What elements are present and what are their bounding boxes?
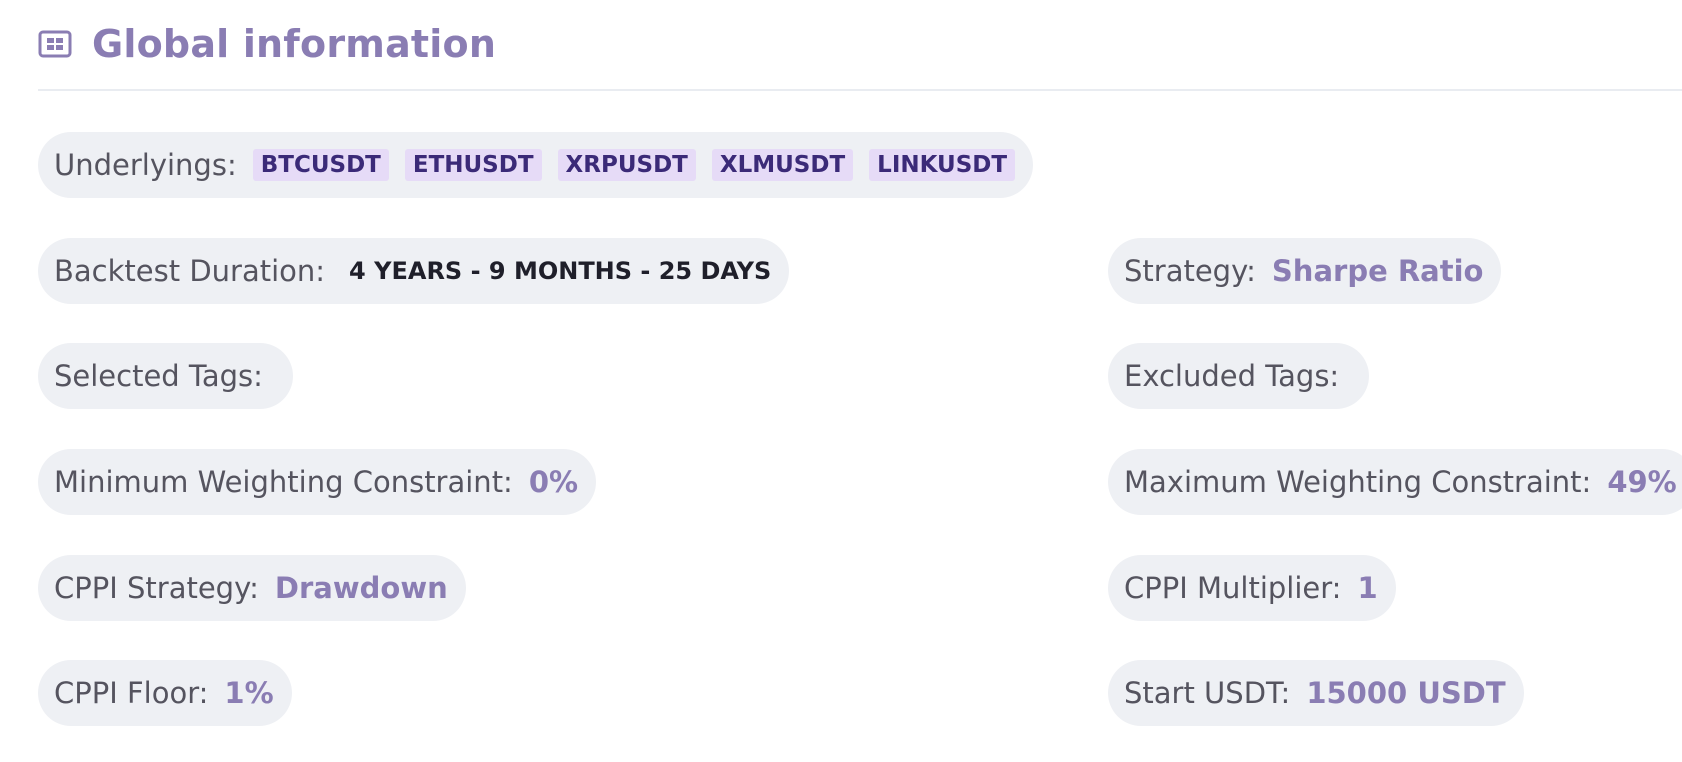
cppi-floor-pill: CPPI Floor: 1% [38, 660, 292, 726]
min-weight-label: Minimum Weighting Constraint: [54, 465, 513, 499]
backtest-duration-label: Backtest Duration: [54, 254, 326, 288]
max-weight-value: 49% [1607, 465, 1677, 499]
cppi-multiplier-label: CPPI Multiplier: [1124, 571, 1342, 605]
page-title: Global information [92, 22, 497, 66]
cppi-floor-label: CPPI Floor: [54, 676, 209, 710]
dashboard-grid-icon [38, 29, 74, 59]
underlying-tag: BTCUSDT [252, 149, 389, 181]
min-weight-pill: Minimum Weighting Constraint: 0% [38, 449, 597, 515]
backtest-duration-value: 4 YEARS - 9 MONTHS - 25 DAYS [349, 257, 772, 285]
cppi-strategy-label: CPPI Strategy: [54, 571, 259, 605]
max-weight-label: Maximum Weighting Constraint: [1124, 465, 1592, 499]
underlyings-pill: Underlyings: BTCUSDT ETHUSDT XRPUSDT XLM… [38, 132, 1034, 198]
start-usdt-pill: Start USDT: 15000 USDT [1108, 660, 1524, 726]
underlying-tag: ETHUSDT [404, 149, 542, 181]
strategy-pill: Strategy: Sharpe Ratio [1108, 238, 1502, 304]
start-usdt-label: Start USDT: [1124, 676, 1291, 710]
section-header: Global information [38, 16, 496, 72]
underlyings-label: Underlyings: [54, 148, 237, 182]
start-usdt-value: 15000 USDT [1306, 676, 1506, 710]
strategy-value: Sharpe Ratio [1271, 254, 1484, 288]
excluded-tags-pill: Excluded Tags: [1108, 343, 1370, 409]
excluded-tags-label: Excluded Tags: [1124, 359, 1340, 393]
cppi-floor-value: 1% [224, 676, 274, 710]
underlying-tag: XLMUSDT [711, 149, 854, 181]
underlying-tag: LINKUSDT [869, 149, 1016, 181]
selected-tags-label: Selected Tags: [54, 359, 263, 393]
cppi-strategy-pill: CPPI Strategy: Drawdown [38, 555, 466, 621]
backtest-duration-pill: Backtest Duration: 4 YEARS - 9 MONTHS - … [38, 238, 790, 304]
cppi-multiplier-pill: CPPI Multiplier: 1 [1108, 555, 1396, 621]
underlyings-tag-list: BTCUSDT ETHUSDT XRPUSDT XLMUSDT LINKUSDT [237, 149, 1016, 181]
selected-tags-pill: Selected Tags: [38, 343, 293, 409]
cppi-strategy-value: Drawdown [274, 571, 448, 605]
max-weight-pill: Maximum Weighting Constraint: 49% [1108, 449, 1682, 515]
cppi-multiplier-value: 1 [1357, 571, 1378, 605]
underlying-tag: XRPUSDT [557, 149, 696, 181]
strategy-label: Strategy: [1124, 254, 1256, 288]
min-weight-value: 0% [528, 465, 579, 499]
header-divider [38, 89, 1682, 91]
